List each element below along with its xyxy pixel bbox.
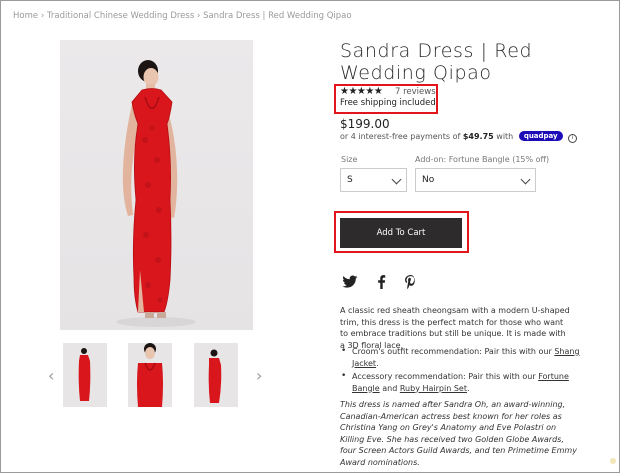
list-item: Croom's outfit recommendation: Pair this… <box>340 346 580 369</box>
addon-label: Add-on: Fortune Bangle (15% off) <box>415 155 550 164</box>
gallery-thumbnail[interactable] <box>63 343 107 407</box>
gallery-prev-arrow[interactable]: ‹ <box>48 366 54 385</box>
product-main-image[interactable] <box>60 40 253 330</box>
chevron-down-icon <box>520 174 531 185</box>
thumbnail-image-torso <box>137 343 163 407</box>
addon-select-value: No <box>422 175 435 185</box>
thumbnail-image-full <box>78 348 91 401</box>
gallery-thumbnail[interactable] <box>194 343 238 407</box>
accessory-recommendation-text: Accessory recommendation: Pair this with… <box>352 372 536 381</box>
punctuation: . <box>466 383 470 393</box>
breadcrumb: Home › Traditional Chinese Wedding Dress… <box>13 11 352 21</box>
add-to-cart-button[interactable]: Add To Cart <box>340 218 462 248</box>
product-price: $199.00 <box>340 117 390 131</box>
twitter-icon[interactable] <box>342 275 358 289</box>
rating-stars-icon[interactable]: ★★★★★ <box>340 86 383 97</box>
corner-badge <box>610 458 616 464</box>
ruby-hairpin-link[interactable]: Ruby Hairpin Set <box>400 384 467 393</box>
dress-name-note: This dress is named after Sandra Oh, an … <box>340 400 577 467</box>
list-item: Accessory recommendation: Pair this with… <box>340 371 580 394</box>
punctuation: . <box>376 358 379 368</box>
chevron-down-icon <box>391 174 402 185</box>
reviews-link[interactable]: 7 reviews <box>395 87 436 97</box>
installments-prefix: or 4 interest-free payments of <box>340 132 461 141</box>
breadcrumb-current: Sandra Dress | Red Wedding Qipao <box>203 11 352 21</box>
breadcrumb-category[interactable]: Traditional Chinese Wedding Dress <box>47 11 194 21</box>
product-description: A classic red sheath cheongsam with a mo… <box>340 306 570 350</box>
size-label: Size <box>341 155 358 164</box>
breadcrumb-home[interactable]: Home <box>13 11 38 21</box>
recommendations-list: Croom's outfit recommendation: Pair this… <box>340 346 580 396</box>
model-photo <box>116 60 196 327</box>
info-icon[interactable]: i <box>568 134 578 143</box>
size-select[interactable]: S <box>340 168 407 192</box>
gallery-thumbnail[interactable] <box>128 343 172 407</box>
conjunction: and <box>382 383 398 393</box>
addon-select[interactable]: No <box>415 168 536 192</box>
pinterest-icon[interactable] <box>405 275 416 289</box>
quadpay-badge[interactable]: quadpay <box>518 131 563 141</box>
installment-amount: $49.75 <box>462 132 494 141</box>
shipping-note: Free shipping included <box>340 98 436 108</box>
groom-recommendation-text: Croom's outfit recommendation: Pair this… <box>352 347 552 356</box>
installments-suffix: with <box>496 132 514 141</box>
gallery-next-arrow[interactable]: › <box>256 366 262 385</box>
thumbnail-image-side <box>208 349 222 403</box>
facebook-icon[interactable] <box>377 275 386 289</box>
breadcrumb-separator: › <box>40 11 45 21</box>
installments-info: or 4 interest-free payments of $49.75 wi… <box>340 131 578 143</box>
size-select-value: S <box>347 175 353 185</box>
product-title: Sandra Dress | Red Wedding Qipao <box>340 40 533 84</box>
breadcrumb-separator: › <box>196 11 201 21</box>
